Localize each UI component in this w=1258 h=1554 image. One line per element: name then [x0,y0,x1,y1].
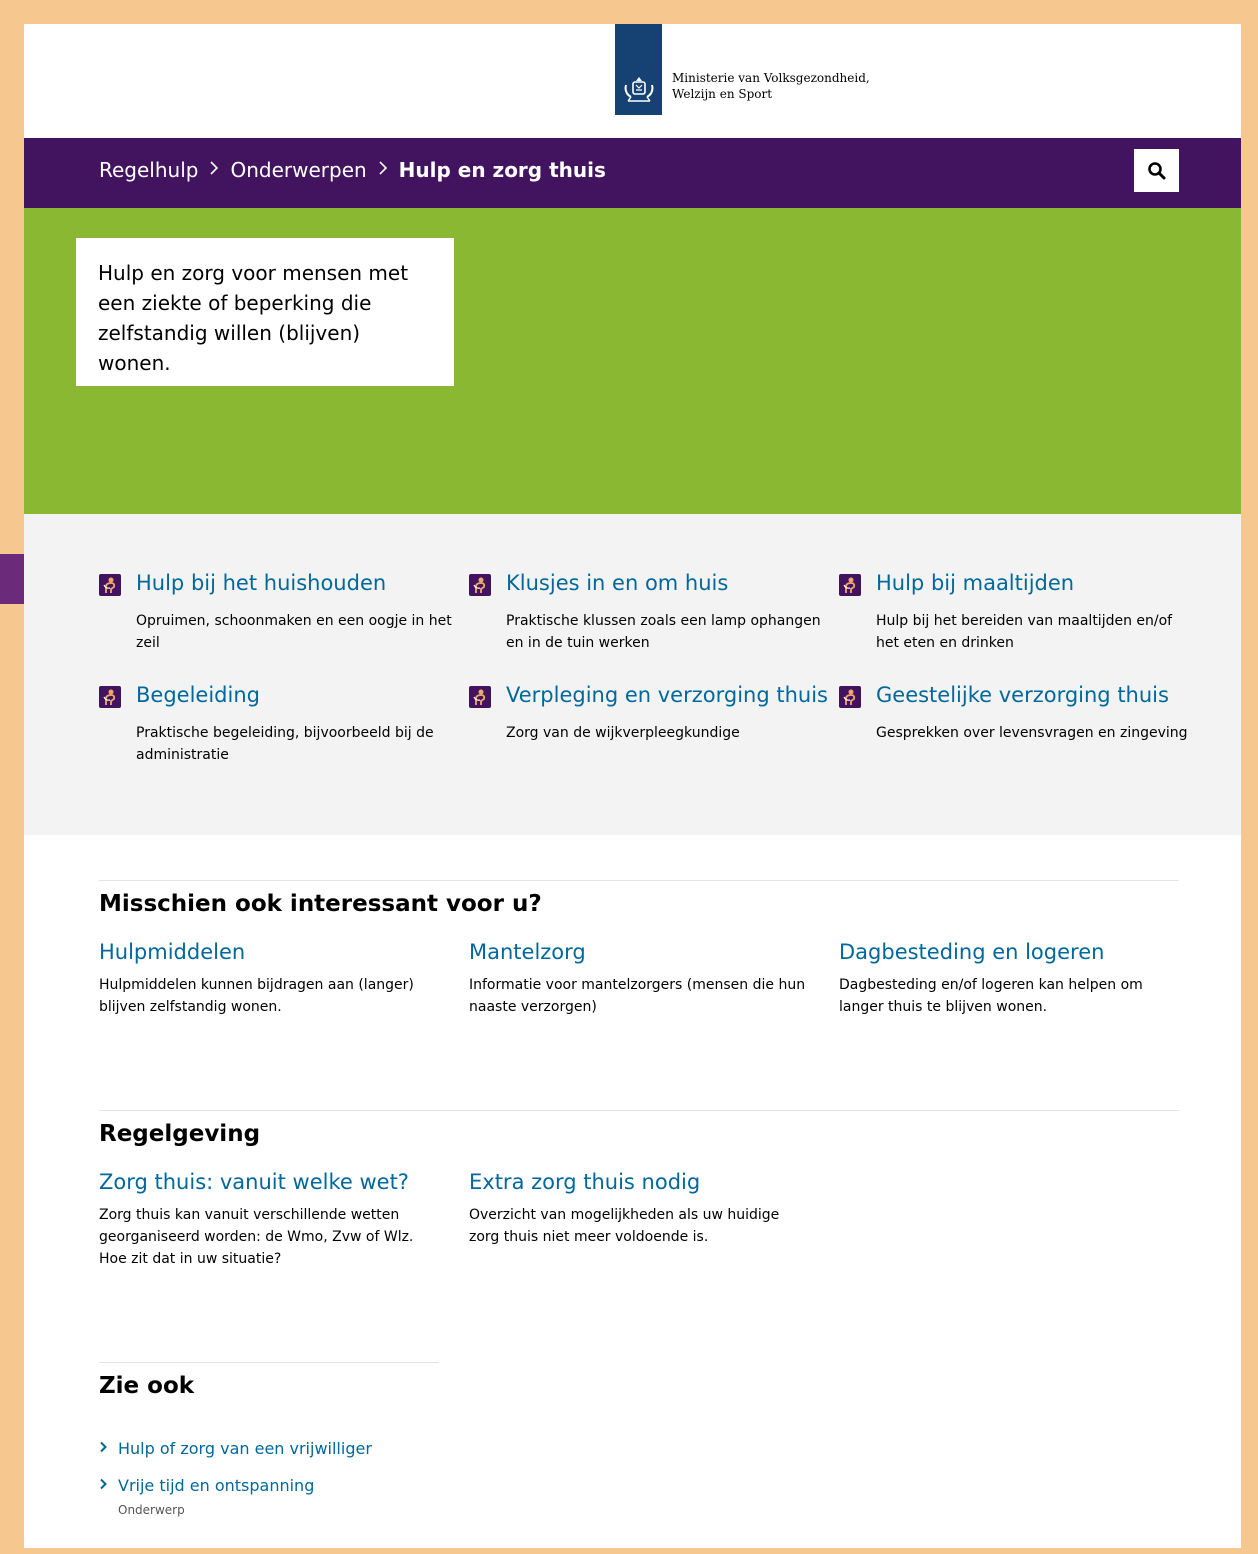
person-help-icon [839,686,861,708]
topic-desc: Opruimen, schoonmaken en een oogje in he… [136,613,452,651]
chevron-right-icon [208,160,220,181]
search-icon [1147,161,1165,179]
hero-text: Hulp en zorg voor mensen met een ziekte … [98,261,409,375]
logo-line1: Ministerie van Volksgezondheid, [672,71,870,85]
logo-text: Ministerie van Volksgezondheid, Welzijn … [672,70,870,102]
topic-desc: Zorg van de wijkverpleegkundige [506,725,740,741]
see-also-label[interactable]: Hulp of zorg van een vrijwilliger [118,1439,372,1458]
person-help-icon [469,574,491,596]
see-also-label[interactable]: Vrije tijd en ontspanning [118,1476,314,1495]
topic-desc: Gesprekken over levensvragen en zingevin… [876,725,1188,741]
breadcrumb-current: Hulp en zorg thuis [398,158,606,182]
card-desc: Dagbesteding en/of logeren kan helpen om… [839,977,1143,1015]
card-title[interactable]: Zorg thuis: vanuit welke wet? [99,1170,439,1194]
breadcrumb-regelhulp[interactable]: Regelhulp [99,158,198,182]
topic-desc: Hulp bij het bereiden van maaltijden en/… [876,613,1173,651]
person-help-icon [469,686,491,708]
person-help-icon [99,574,121,596]
hero-banner: Hulp en zorg voor mensen met een ziekte … [24,208,1241,514]
search-button[interactable] [1134,149,1179,192]
regulation-card[interactable]: Zorg thuis: vanuit welke wet? Zorg thuis… [99,1170,439,1270]
related-card[interactable]: Hulpmiddelen Hulpmiddelen kunnen bijdrag… [99,940,439,1018]
card-title[interactable]: Mantelzorg [469,940,809,964]
chevron-right-icon [377,160,389,181]
topic-title[interactable]: Hulp bij het huishouden [136,571,386,595]
card-desc: Informatie voor mantelzorgers (mensen di… [469,977,806,1015]
regulation-card[interactable]: Extra zorg thuis nodig Overzicht van mog… [469,1170,809,1248]
card-title[interactable]: Extra zorg thuis nodig [469,1170,809,1194]
person-help-icon [839,574,861,596]
section-title-interesting: Misschien ook interessant voor u? [99,891,542,917]
card-title[interactable]: Hulpmiddelen [99,940,439,964]
logo-line2: Welzijn en Sport [672,87,773,101]
hero-intro: Hulp en zorg voor mensen met een ziekte … [76,238,454,386]
see-also-sublabel: Onderwerp [118,1503,185,1517]
card-desc: Overzicht van mogelijkheden als uw huidi… [469,1207,780,1245]
card-desc: Zorg thuis kan vanuit verschillende wett… [99,1207,414,1267]
related-card[interactable]: Dagbesteding en logeren Dagbesteding en/… [839,940,1184,1018]
top-navigation: Regelhulp Onderwerpen Hulp en zorg thuis [24,138,1241,208]
card-desc: Hulpmiddelen kunnen bijdragen aan (lange… [99,977,414,1015]
logo-bar [615,24,662,115]
divider [99,1110,1179,1111]
topic-title[interactable]: Verpleging en verzorging thuis [506,683,828,707]
breadcrumb-onderwerpen[interactable]: Onderwerpen [230,158,366,182]
topic-title[interactable]: Geestelijke verzorging thuis [876,683,1169,707]
topic-desc: Praktische klussen zoals een lamp ophang… [506,613,821,651]
topic-title[interactable]: Begeleiding [136,683,260,707]
chevron-right-icon [99,1439,118,1457]
person-help-icon [99,686,121,708]
section-title-regelgeving: Regelgeving [99,1121,261,1147]
see-also-link[interactable]: Hulp of zorg van een vrijwilliger [99,1439,372,1458]
topics-section: Hulp bij het huishouden Opruimen, schoon… [24,514,1241,835]
related-card[interactable]: Mantelzorg Informatie voor mantelzorgers… [469,940,809,1018]
section-title-zie-ook: Zie ook [99,1373,195,1399]
topic-title[interactable]: Klusjes in en om huis [506,571,728,595]
divider [99,880,1179,881]
breadcrumb: Regelhulp Onderwerpen Hulp en zorg thuis [99,158,606,182]
page-frame: Ministerie van Volksgezondheid, Welzijn … [24,24,1241,1548]
topic-title[interactable]: Hulp bij maaltijden [876,571,1074,595]
divider [99,1362,439,1363]
see-also-link[interactable]: Vrije tijd en ontspanning [99,1476,314,1495]
topic-desc: Praktische begeleiding, bijvoorbeeld bij… [136,725,434,763]
chevron-right-icon [99,1476,118,1494]
card-title[interactable]: Dagbesteding en logeren [839,940,1184,964]
crest-icon [624,77,653,102]
